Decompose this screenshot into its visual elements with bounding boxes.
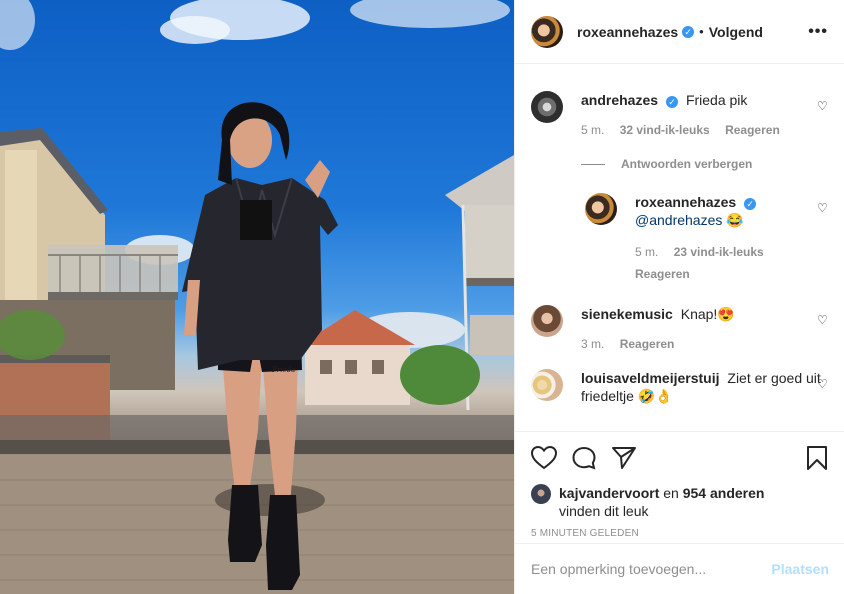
comment-meta: 3 m. Reageren	[581, 335, 829, 353]
reply-like-heart-icon[interactable]: ♡	[817, 201, 829, 215]
separator-dot: •	[699, 24, 704, 39]
post-photo[interactable]: Frieda	[0, 0, 514, 594]
comment-meta: 5 m. 32 vind-ik-leuks Reageren	[581, 121, 829, 139]
author-avatar[interactable]	[531, 15, 563, 48]
share-icon[interactable]	[611, 446, 637, 470]
laughing-ok-emoji-icon: 🤣👌	[637, 388, 673, 404]
post-header: roxeannehazes ✓ • Volgend •••	[515, 0, 844, 64]
commenter-username[interactable]: louisaveldmeijerstuij	[581, 370, 720, 386]
heart-icon[interactable]	[531, 446, 557, 470]
liker-username[interactable]: kajvandervoort	[559, 485, 659, 501]
reply-button[interactable]: Reageren	[620, 337, 675, 351]
reply-item: roxeannehazes ✓ @andrehazes 😂 5 m. 23 vin…	[585, 193, 829, 283]
comment-age: 3 m.	[581, 337, 605, 351]
action-icons	[531, 444, 829, 472]
verified-icon: ✓	[744, 198, 757, 210]
reply-meta: 5 m. 23 vind-ik-leuks	[635, 243, 829, 261]
reply-likes[interactable]: 23 vind-ik-leuks	[674, 245, 764, 259]
author-username[interactable]: roxeannehazes	[577, 24, 678, 40]
comment-item: andrehazes ✓ Frieda pik 5 m. 32 vind-ik-l…	[531, 91, 829, 139]
comment-item: sienekemusic Knap!😍 3 m. Reageren ♡	[531, 305, 829, 353]
tattoo-text: Frieda	[271, 366, 295, 374]
likes-others-count[interactable]: 954 anderen	[683, 485, 765, 501]
comment-item: louisaveldmeijerstuij Ziet er goed uit f…	[531, 369, 829, 405]
add-comment-bar: Een opmerking toevoegen... Plaatsen	[515, 543, 844, 594]
commenter-username[interactable]: andrehazes	[581, 92, 658, 108]
reply-age: 5 m.	[635, 245, 659, 259]
hide-replies-toggle[interactable]: Antwoorden verbergen	[581, 157, 829, 171]
comment-icon[interactable]	[571, 446, 597, 470]
commenter-avatar[interactable]	[531, 91, 563, 123]
verified-icon: ✓	[682, 25, 695, 38]
heart-eyes-emoji-icon: 😍	[717, 306, 735, 322]
liker-avatar[interactable]	[531, 484, 551, 504]
likes-summary: kajvandervoort en 954 anderen vinden dit…	[531, 484, 829, 520]
comment-input[interactable]: Een opmerking toevoegen...	[531, 561, 706, 577]
post-comment-button[interactable]: Plaatsen	[771, 561, 829, 577]
comment-text: Knap!	[680, 306, 718, 322]
comment-like-heart-icon[interactable]: ♡	[817, 313, 829, 327]
post-actions: kajvandervoort en 954 anderen vinden dit…	[515, 431, 844, 539]
verified-icon: ✓	[666, 96, 679, 108]
reply-button[interactable]: Reageren	[725, 123, 780, 137]
comments-list[interactable]: andrehazes ✓ Frieda pik 5 m. 32 vind-ik-l…	[515, 65, 844, 430]
commenter-avatar[interactable]	[531, 305, 563, 337]
comment-like-heart-icon[interactable]: ♡	[817, 99, 829, 113]
commenter-avatar[interactable]	[531, 369, 563, 401]
post-timestamp: 5 MINUTEN GELEDEN	[531, 528, 639, 539]
toggle-line	[581, 163, 605, 165]
commenter-username[interactable]: sienekemusic	[581, 306, 673, 322]
bookmark-icon[interactable]	[805, 445, 829, 471]
laughing-emoji-icon: 😂	[726, 212, 744, 228]
replier-avatar[interactable]	[585, 193, 617, 225]
post-photo-scene: Frieda	[0, 0, 514, 594]
likes-connector: en	[663, 485, 679, 501]
comment-like-heart-icon[interactable]: ♡	[817, 377, 829, 391]
hide-replies-label[interactable]: Antwoorden verbergen	[621, 157, 752, 171]
follow-status-button[interactable]: Volgend	[709, 24, 763, 40]
reply-button[interactable]: Reageren	[635, 267, 690, 281]
reply-meta-2: Reageren	[635, 265, 829, 283]
comment-text: Frieda pik	[685, 92, 748, 108]
likes-suffix: vinden dit leuk	[559, 503, 649, 519]
mention-link[interactable]: @andrehazes	[635, 212, 722, 228]
comment-likes[interactable]: 32 vind-ik-leuks	[620, 123, 710, 137]
replier-username[interactable]: roxeannehazes	[635, 194, 736, 210]
post-sidebar: roxeannehazes ✓ • Volgend ••• andrehazes…	[514, 0, 844, 594]
more-options-icon[interactable]: •••	[808, 23, 828, 41]
comment-age: 5 m.	[581, 123, 605, 137]
